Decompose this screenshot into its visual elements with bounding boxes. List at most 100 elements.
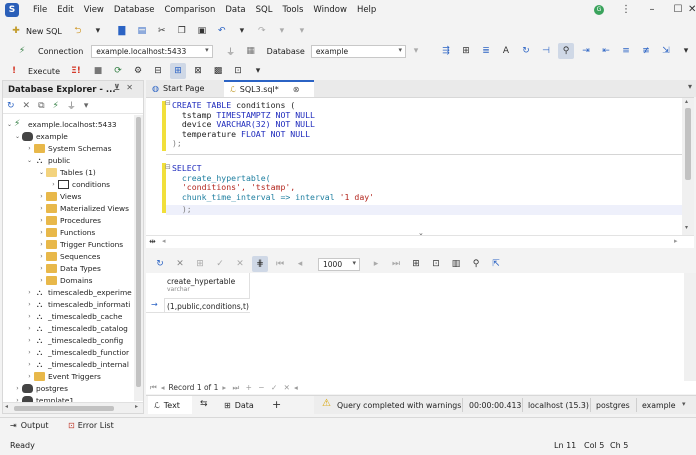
explorer-new-connection-icon[interactable]: ⚡ [53,101,59,111]
tab-start-page[interactable]: ◍ Start Page [146,80,222,97]
scroll-right-icon[interactable]: ▸ [674,237,678,245]
tree-node-schema[interactable]: › ⛬ timescaledb_experime [25,286,131,298]
last-page-icon[interactable]: ⏭ [388,256,404,272]
explorer-close-icon[interactable]: ✕ [126,83,139,92]
scroll-down-icon[interactable]: ▾ [685,224,688,231]
columns-icon[interactable]: ▥ [448,256,464,272]
toolbar-overflow-icon[interactable]: ▾ [678,43,694,59]
menu-help[interactable]: Help [352,5,381,15]
database-select[interactable]: example [310,44,406,58]
status-overflow-icon[interactable]: ▾ [682,400,686,408]
explorer-hscrollbar[interactable]: ◂ ▸ [3,402,143,413]
tree-node-schema[interactable]: › ⛬ timescaledb_informati [25,298,130,310]
split-editor-icon[interactable]: ⇹ [149,237,156,246]
fold-toggle-icon[interactable]: ⊟ [165,99,171,107]
indent-icon[interactable]: ⇥ [578,43,594,59]
tree-node-views[interactable]: › Views [37,190,81,202]
table-row[interactable]: → (1,public,conditions,t) [146,299,250,313]
scroll-up-icon[interactable]: ▴ [685,98,688,105]
search-icon[interactable]: ⚲ [468,256,484,272]
toolbar-overflow-icon[interactable]: ▾ [250,63,266,79]
scroll-left-icon[interactable]: ◂ [5,403,8,410]
stop-icon[interactable]: ■ [90,63,106,79]
add-tab-icon[interactable]: + [272,398,281,411]
tab-text[interactable]: ℒ Text [148,396,192,414]
panel-splitter-icon[interactable]: ⌄ [418,229,424,237]
explorer-hscroll-thumb[interactable] [14,406,114,411]
export-icon[interactable]: ⇱ [488,256,504,272]
outline-icon[interactable]: ≣ [478,43,494,59]
scroll-right-icon[interactable]: ▸ [135,403,138,410]
nav-more-icon[interactable]: ◂ [294,383,298,392]
minimize-icon[interactable]: – [638,2,666,18]
explorer-delete-icon[interactable]: ✕ [23,101,31,111]
grid-icon[interactable]: ▩ [210,63,226,79]
cut-icon[interactable]: ✂ [154,23,170,39]
tree-node-schema[interactable]: › ⛬ _timescaledb_cache [25,310,122,322]
save-icon[interactable]: ▇ [114,23,130,39]
comment-icon[interactable]: ≡ [618,43,634,59]
user-avatar[interactable]: G [594,5,604,15]
explorer-dropdown-icon[interactable]: ▾ [84,101,89,111]
results-cancel-icon[interactable]: ✕ [232,256,248,272]
transaction-icon[interactable]: ⟳ [110,63,126,79]
menu-view[interactable]: View [79,5,109,15]
editor-vscroll-thumb[interactable] [685,108,691,180]
grid-view-icon[interactable]: ⊞ [408,256,424,272]
redo-dropdown-icon[interactable]: ▾ [274,23,290,39]
tree-node-schema[interactable]: › ⛬ _timescaledb_config [25,334,123,346]
card-view-icon[interactable]: ⊡ [428,256,444,272]
font-icon[interactable]: A [498,43,514,59]
explorer-vscroll-thumb[interactable] [136,117,141,387]
execute-current-icon[interactable]: Ξ! [68,63,84,79]
uncomment-icon[interactable]: ≢ [638,43,654,59]
menu-data[interactable]: Data [220,5,250,15]
next-page-icon[interactable]: ▸ [368,256,384,272]
refresh-icon[interactable]: ↻ [518,43,534,59]
split-icon[interactable]: ⊠ [190,63,206,79]
menu-edit[interactable]: Edit [52,5,78,15]
results-refresh-icon[interactable]: ↻ [152,256,168,272]
disconnect-icon[interactable]: ⏚ [223,43,239,59]
window-options-icon[interactable]: ⋮ [612,2,640,18]
tree-node-postgres-db[interactable]: › postgres [13,382,68,394]
explorer-disconnect-icon[interactable]: ⏚ [67,99,76,112]
format-icon[interactable]: ⇶ [438,43,454,59]
tree-node-functions[interactable]: › Functions [37,226,95,238]
execute-button[interactable]: Execute [28,67,60,76]
save-all-icon[interactable]: ▤ [134,23,150,39]
tree-node-procedures[interactable]: › Procedures [37,214,101,226]
tree-node-example-db[interactable]: ⌄ example [13,130,68,142]
tree-node-event-triggers[interactable]: › Event Triggers [25,370,101,382]
menu-database[interactable]: Database [109,5,160,15]
tree-node-schema[interactable]: › ⛬ _timescaledb_catalog [25,322,128,334]
explorer-refresh-icon[interactable]: ↻ [7,101,15,111]
connection-select[interactable]: example.localhost:5433 [91,44,213,58]
params-icon[interactable]: ⊞ [458,43,474,59]
nav-first-icon[interactable]: ⏮ [150,383,157,393]
grid-vscrollbar[interactable] [684,273,696,381]
tab-data[interactable]: ⊞ Data [224,396,254,414]
tree-node-trigger-functions[interactable]: › Trigger Functions [37,238,123,250]
scroll-left-icon[interactable]: ◂ [162,237,166,245]
results-delete-icon[interactable]: ✕ [172,256,188,272]
tree-node-public[interactable]: ⌄ ⛬ public [25,154,70,166]
menu-tools[interactable]: Tools [277,5,308,15]
pivot-icon[interactable]: ⊡ [230,63,246,79]
tree-node-schema[interactable]: › ⛬ _timescaledb_functior [25,346,129,358]
swap-icon[interactable]: ⇆ [200,399,208,409]
error-list-tab[interactable]: ⊡ Error List [68,421,114,430]
results-toggle-icon[interactable]: ⊞ [170,63,186,79]
wrap-icon[interactable]: ⇲ [658,43,674,59]
outdent-icon[interactable]: ⇤ [598,43,614,59]
results-apply-icon[interactable]: ✓ [212,256,228,272]
paste-icon[interactable]: ▣ [194,23,210,39]
sql-mode-icon[interactable]: ⚲ [558,43,574,59]
tree-node-conditions[interactable]: › conditions [49,178,110,190]
menu-sql[interactable]: SQL [251,5,278,15]
first-page-icon[interactable]: ⏮ [272,256,288,272]
column-header[interactable]: create_hypertable varchar [164,273,250,299]
query-plan-icon[interactable]: ⊟ [150,63,166,79]
close-window-icon[interactable]: ✕ [688,2,696,18]
tab-sql3[interactable]: ℒ SQL3.sql* ⊗ [224,80,314,97]
